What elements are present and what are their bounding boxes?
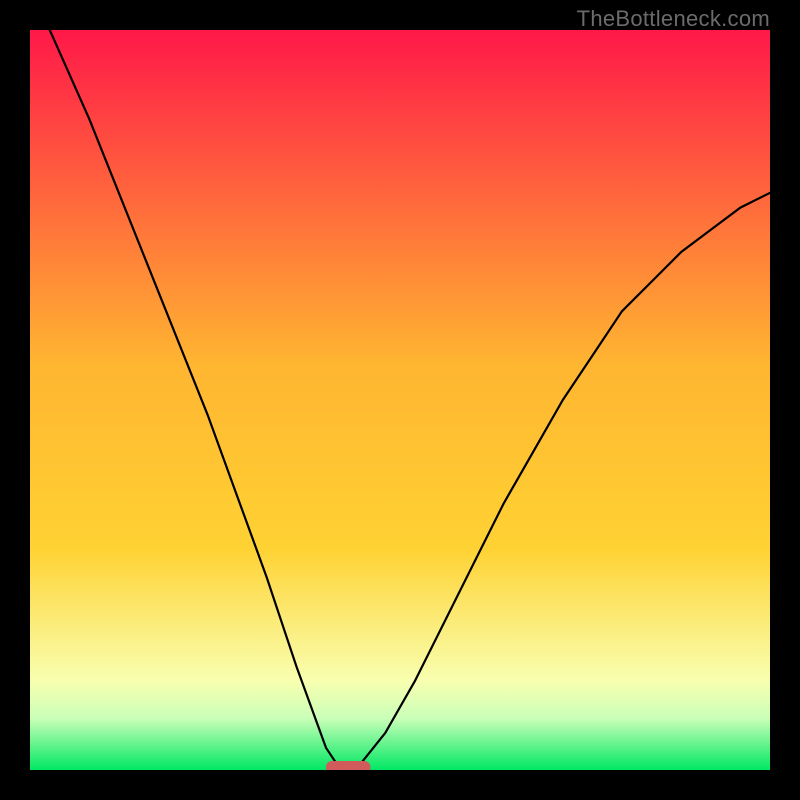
plot-area	[30, 30, 770, 770]
watermark-text: TheBottleneck.com	[577, 6, 770, 32]
bottleneck-chart	[30, 30, 770, 770]
chart-frame: TheBottleneck.com	[0, 0, 800, 800]
minimum-marker	[326, 761, 370, 770]
gradient-background	[30, 30, 770, 770]
